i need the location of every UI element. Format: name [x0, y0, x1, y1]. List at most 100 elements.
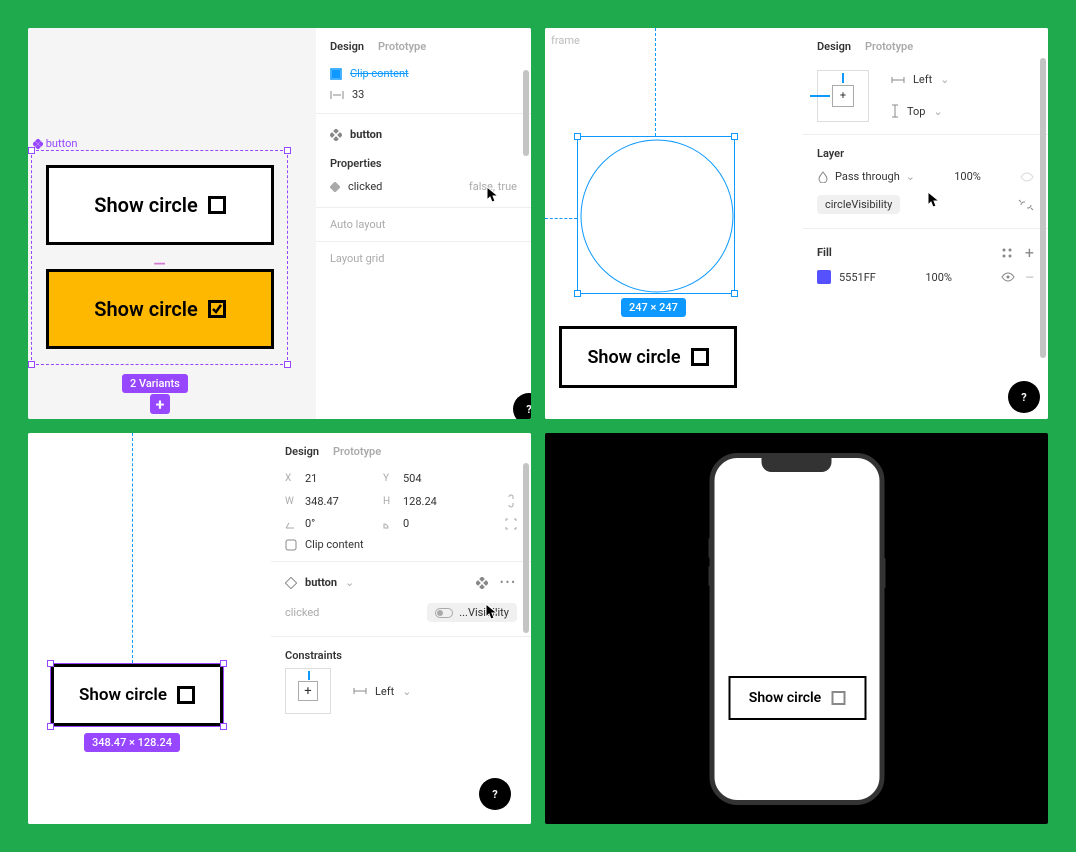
- constraint-v[interactable]: Top⌄: [891, 100, 949, 122]
- canvas[interactable]: button Show circle — Show circle: [28, 28, 316, 419]
- device-side-button: [708, 566, 710, 586]
- button-label: Show circle: [749, 690, 821, 706]
- link-dimensions-icon[interactable]: [505, 493, 517, 509]
- x-value[interactable]: 21: [305, 472, 375, 485]
- fill-heading: Fill: [817, 246, 832, 259]
- property-value[interactable]: ...Visibility: [427, 603, 517, 622]
- frame-label: frame: [551, 34, 580, 47]
- tab-prototype[interactable]: Prototype: [333, 445, 381, 458]
- canvas[interactable]: Show circle 348.47 × 128.24: [28, 433, 271, 824]
- checkbox-empty-icon: [208, 196, 226, 214]
- detach-variable-icon[interactable]: [1018, 198, 1034, 212]
- variable-chip[interactable]: circleVisibility: [817, 195, 900, 214]
- fill-swatch[interactable]: [817, 270, 831, 284]
- component-icon[interactable]: [476, 577, 488, 589]
- styles-icon[interactable]: [1001, 247, 1013, 259]
- device-side-button: [883, 558, 885, 588]
- figma-panel-instance: Show circle 348.47 × 128.24 Design Proto…: [28, 433, 531, 824]
- tab-design[interactable]: Design: [330, 40, 364, 53]
- instance-name[interactable]: button: [305, 576, 337, 589]
- checkbox-empty-icon: [831, 691, 845, 705]
- help-button[interactable]: ?: [513, 393, 531, 419]
- checkbox-empty-icon: [691, 348, 709, 366]
- w-value[interactable]: 348.47: [305, 495, 375, 508]
- constraints-widget[interactable]: +: [817, 70, 869, 122]
- guide-vertical: [655, 28, 656, 136]
- tab-design[interactable]: Design: [285, 445, 319, 458]
- tab-prototype[interactable]: Prototype: [378, 40, 426, 53]
- variant-checked[interactable]: Show circle: [46, 269, 274, 349]
- clip-content-icon: [330, 68, 342, 80]
- visibility-icon[interactable]: [1001, 272, 1015, 282]
- inspector: Design Prototype + Left⌄ Top⌄ Layer: [803, 28, 1048, 419]
- button-instance[interactable]: Show circle: [559, 326, 737, 388]
- constraint-h[interactable]: Left⌄: [891, 69, 949, 90]
- component-name: button: [350, 128, 382, 141]
- remove-fill-button[interactable]: —: [1025, 271, 1034, 284]
- guide-vertical: [132, 433, 133, 663]
- variant-label: Show circle: [94, 297, 197, 321]
- inspector: Design Prototype Clip content 33 button: [316, 28, 531, 419]
- tab-design[interactable]: Design: [817, 40, 851, 53]
- blend-mode[interactable]: Pass through⌄: [817, 170, 915, 183]
- layout-grid-heading[interactable]: Layout grid: [330, 252, 384, 265]
- tab-prototype[interactable]: Prototype: [865, 40, 913, 53]
- checkbox-empty-icon: [177, 686, 195, 704]
- variant-prop-icon: [330, 182, 340, 192]
- device-side-button: [708, 538, 710, 558]
- radius-value[interactable]: 0: [403, 517, 463, 530]
- prototype-preview: Show circle: [545, 433, 1048, 824]
- constraints-heading: Constraints: [285, 647, 517, 668]
- selection-size-badge: 348.47 × 128.24: [84, 733, 180, 752]
- properties-heading: Properties: [330, 155, 517, 176]
- constraints-widget[interactable]: +: [285, 668, 331, 714]
- add-variant-button[interactable]: +: [150, 394, 170, 414]
- variant-label: Show circle: [94, 193, 197, 217]
- selection-size-badge: 247 × 247: [621, 298, 686, 317]
- inspector: Design Prototype X21Y504 W348.47 H128.24…: [271, 433, 531, 824]
- h-value[interactable]: 128.24: [403, 495, 463, 508]
- component-icon: [330, 129, 342, 141]
- cursor-icon: [927, 191, 941, 209]
- instance-selection[interactable]: Show circle: [50, 663, 224, 727]
- device-frame: Show circle: [709, 453, 884, 805]
- component-set[interactable]: Show circle — Show circle: [31, 150, 288, 365]
- ellipse-selection[interactable]: [577, 136, 735, 294]
- add-fill-button[interactable]: +: [1025, 243, 1034, 262]
- layer-opacity[interactable]: 100%: [954, 170, 981, 183]
- figma-panel-layer: frame 247 × 247 Show circle Design: [545, 28, 1048, 419]
- constraint-h[interactable]: Left⌄: [353, 681, 411, 702]
- y-value[interactable]: 504: [403, 472, 422, 485]
- button-label: Show circle: [79, 685, 167, 705]
- gap-icon: [330, 90, 344, 100]
- scrollbar[interactable]: [523, 58, 529, 413]
- property-name[interactable]: clicked: [348, 180, 382, 193]
- canvas[interactable]: frame 247 × 247 Show circle: [545, 28, 803, 419]
- checkbox-checked-icon: [208, 300, 226, 318]
- guide-horizontal: [545, 218, 577, 219]
- layer-heading: Layer: [817, 145, 1034, 166]
- property-values[interactable]: false, true: [469, 180, 517, 193]
- droplet-icon: [817, 171, 829, 183]
- auto-layout-heading[interactable]: Auto layout: [330, 218, 385, 231]
- rotation-value[interactable]: 0°: [305, 517, 375, 530]
- frame-label: button: [33, 137, 77, 150]
- variant-unchecked[interactable]: Show circle: [46, 165, 274, 245]
- fill-opacity[interactable]: 100%: [925, 271, 952, 284]
- help-button[interactable]: ?: [479, 778, 511, 810]
- property-name: clicked: [285, 606, 319, 619]
- button-label: Show circle: [587, 347, 680, 368]
- clip-content-toggle[interactable]: Clip content: [305, 538, 364, 551]
- preview-button[interactable]: Show circle: [728, 676, 866, 720]
- scrollbar[interactable]: [1040, 58, 1046, 413]
- fill-hex[interactable]: 5551FF: [839, 271, 876, 284]
- gap-value[interactable]: 33: [352, 88, 364, 101]
- help-button[interactable]: ?: [1008, 381, 1040, 413]
- scrollbar[interactable]: [523, 463, 529, 818]
- instance-icon: [285, 577, 297, 589]
- independent-corners-icon[interactable]: [505, 518, 517, 530]
- clip-content-label: Clip content: [350, 67, 409, 80]
- figma-panel-variants: button Show circle — Show circle: [28, 28, 531, 419]
- more-actions-icon[interactable]: •••: [500, 576, 517, 589]
- visibility-icon[interactable]: [1020, 172, 1034, 182]
